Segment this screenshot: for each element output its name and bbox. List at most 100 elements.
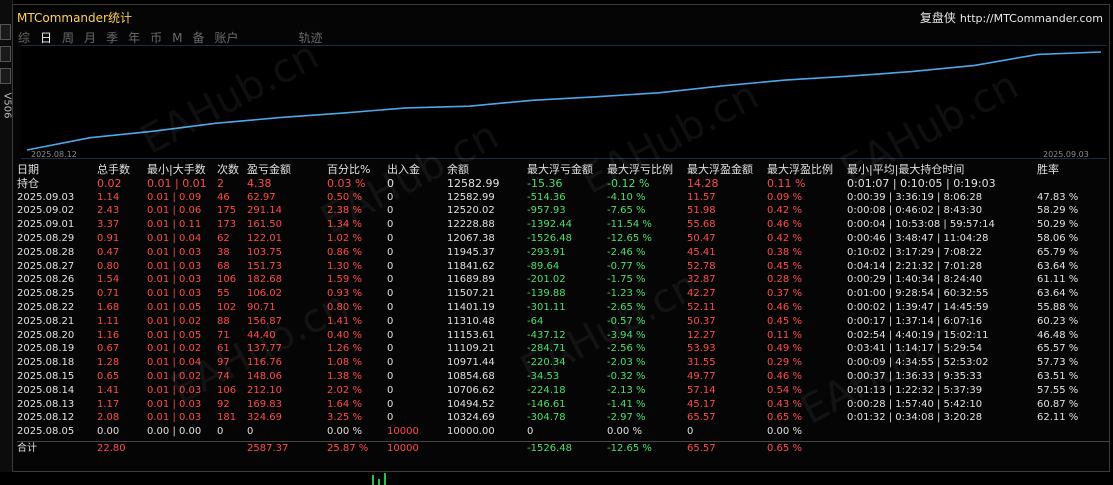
column-header[interactable]: 百分比% (327, 163, 370, 177)
table-cell: 63.51 % (1037, 370, 1079, 382)
table-cell: 122.01 (247, 232, 282, 244)
table-cell: 2025.08.29 (17, 232, 75, 244)
table-cell: 10324.69 (447, 412, 495, 424)
table-cell: 0.43 % (767, 398, 802, 410)
table-cell: 11945.37 (447, 246, 495, 258)
table-row[interactable]: 2025.08.13 1.17 0.01 | 0.03 92 169.83 1.64 % 0… (17, 398, 1109, 412)
table-cell: 12228.88 (447, 219, 495, 231)
toolbar-button-1[interactable] (0, 24, 11, 40)
table-row[interactable]: 2025.09.02 2.43 0.01 | 0.06 175 291.14 2.38 %… (17, 204, 1109, 218)
table-cell: 0.91 (97, 232, 120, 244)
table-row[interactable]: 2025.08.14 1.41 0.01 | 0.03 106 212.10 2.02 %… (17, 384, 1109, 398)
table-cell: 0 (387, 357, 394, 369)
brand-area[interactable]: 复盘侠 http://MTCommander.com (920, 9, 1103, 26)
brand-url[interactable]: http://MTCommander.com (960, 12, 1103, 25)
table-cell: 0:00:09 | 4:34:55 | 52:53:02 (847, 357, 989, 369)
table-row[interactable]: 2025.09.03 1.14 0.01 | 0.09 46 62.97 0.50 % 0 1… (17, 191, 1109, 205)
table-cell: 0.28 % (767, 274, 802, 286)
column-header[interactable]: 最小|大手数 (147, 163, 206, 177)
column-header[interactable]: 最大浮亏比例 (607, 163, 673, 177)
table-cell: -1.23 % (607, 288, 646, 300)
equity-chart (21, 45, 1107, 159)
table-row[interactable]: 2025.08.22 1.68 0.01 | 0.05 102 90.71 0.80 % 0… (17, 301, 1109, 315)
column-header[interactable]: 最小|平均|最大持仓时间 (847, 163, 964, 177)
total-row: 合计 22.80 2587.37 25.87 % 10000 -1526.48 -12.65… (17, 440, 1109, 456)
toolbar-button-2[interactable] (0, 46, 11, 62)
column-header[interactable]: 盈亏金额 (247, 163, 291, 177)
table-cell: 0 (387, 398, 394, 410)
column-header[interactable]: 最大浮盈金额 (687, 163, 753, 177)
column-header[interactable]: 最大浮盈比例 (767, 163, 833, 177)
table-cell: 1.64 % (327, 398, 362, 410)
table-cell: 65.79 % (1037, 246, 1079, 258)
table-cell: -0.12 % (607, 176, 650, 190)
table-cell: 4.38 (247, 176, 272, 190)
table-row[interactable]: 2025.08.28 0.47 0.01 | 0.03 38 103.75 0.86 % 0… (17, 246, 1109, 260)
table-cell: 2025.08.18 (17, 357, 75, 369)
table-cell: 0.01 | 0.03 (147, 398, 202, 410)
table-cell: 324.69 (247, 412, 282, 424)
table-row[interactable]: 2025.08.20 1.16 0.01 | 0.05 71 44.40 0.40 % 0 1… (17, 329, 1109, 343)
table-cell: 1.17 (97, 398, 120, 410)
table-cell: 2025.08.21 (17, 315, 75, 327)
column-header[interactable]: 次数 (217, 163, 239, 177)
table-row[interactable]: 2025.08.21 1.11 0.01 | 0.02 88 156.87 1.41 % 0… (17, 315, 1109, 329)
table-row[interactable]: 2025.08.05 0.00 0.00 | 0.00 0 0 0.00 % 10000 10… (17, 425, 1109, 439)
table-cell: 65.57 (687, 412, 716, 424)
column-header[interactable]: 最大浮亏金额 (527, 163, 593, 177)
table-row[interactable]: 2025.08.25 0.71 0.01 | 0.03 55 106.02 0.93 % 0… (17, 287, 1109, 301)
table-row[interactable]: 2025.09.01 3.37 0.01 | 0.11 173 161.50 1.34 %… (17, 218, 1109, 232)
table-cell: -957.93 (527, 205, 566, 217)
table-cell: 0.01 | 0.02 (147, 315, 202, 327)
column-header[interactable]: 胜率 (1037, 163, 1059, 177)
header-row: 日期 总手数 最小|大手数 次数 盈亏金额 百分比% 出入金 余额 最大浮亏金额 最大浮亏比例 最大… (17, 163, 1109, 177)
column-header[interactable]: 日期 (17, 163, 39, 177)
table-cell: 0.54 % (767, 384, 802, 396)
column-header[interactable]: 出入金 (387, 163, 420, 177)
table-cell: 44.40 (247, 329, 276, 341)
table-cell: 11507.21 (447, 288, 495, 300)
table-cell: 0:00:17 | 1:37:14 | 6:07:16 (847, 315, 983, 327)
table-cell: 0.49 % (767, 343, 802, 355)
table-cell: 1.16 (97, 329, 120, 341)
table-cell: 1.30 % (327, 260, 362, 272)
table-cell: -514.36 (527, 191, 566, 203)
column-header[interactable]: 总手数 (97, 163, 130, 177)
toolbar-button-3[interactable] (0, 68, 11, 84)
table-row[interactable]: 2025.08.19 0.67 0.01 | 0.02 61 137.77 1.26 % 0… (17, 342, 1109, 356)
column-header[interactable]: 余额 (447, 163, 469, 177)
table-row[interactable]: 2025.08.18 1.28 0.01 | 0.04 97 116.76 1.08 % 0… (17, 356, 1109, 370)
table-cell: 57.14 (687, 384, 716, 396)
table-cell: 0:03:41 | 1:14:17 | 5:29:54 (847, 343, 983, 355)
table-cell: 46.48 % (1037, 329, 1079, 341)
table-cell: 12582.99 (447, 191, 495, 203)
table-cell: 0 (687, 426, 694, 438)
table-cell: 2.02 % (327, 384, 362, 396)
table-cell: 11401.19 (447, 301, 495, 313)
table-row[interactable]: 2025.08.27 0.80 0.01 | 0.03 68 151.73 1.30 % 0… (17, 260, 1109, 274)
table-cell: 3.25 % (327, 412, 362, 424)
title-bar: MTCommander统计 复盘侠 http://MTCommander.com (13, 5, 1109, 27)
table-row[interactable]: 2025.08.26 1.54 0.01 | 0.03 106 182.68 1.59 %… (17, 273, 1109, 287)
table-cell: 10494.52 (447, 398, 495, 410)
table-cell: 0.01 | 0.05 (147, 329, 202, 341)
table-cell: 55.68 (687, 219, 716, 231)
table-cell: 0.42 % (767, 232, 802, 244)
chart-x-start-label: 2025.08.12 (31, 150, 77, 159)
table-cell: 0 (387, 370, 394, 382)
table-cell: 2025.08.12 (17, 412, 75, 424)
table-cell: 71 (217, 329, 230, 341)
table-cell: 0 (387, 343, 394, 355)
table-cell: 0 (387, 219, 394, 231)
table-cell: 10971.44 (447, 357, 495, 369)
table-cell: 0.01 | 0.03 (147, 260, 202, 272)
table-cell: 1.11 (97, 315, 120, 327)
table-row[interactable]: 2025.08.12 2.08 0.01 | 0.03 181 324.69 3.25 %… (17, 411, 1109, 425)
table-cell: 0 (387, 232, 394, 244)
table-cell: 11841.62 (447, 260, 495, 272)
table-cell: -2.56 % (607, 343, 646, 355)
table-row[interactable]: 2025.08.29 0.91 0.01 | 0.04 62 122.01 1.02 % 0… (17, 232, 1109, 246)
table-cell: 38 (217, 246, 230, 258)
table-row[interactable]: 2025.08.15 0.65 0.01 | 0.02 74 148.06 1.38 % 0… (17, 370, 1109, 384)
table-cell: 0.65 (97, 370, 120, 382)
